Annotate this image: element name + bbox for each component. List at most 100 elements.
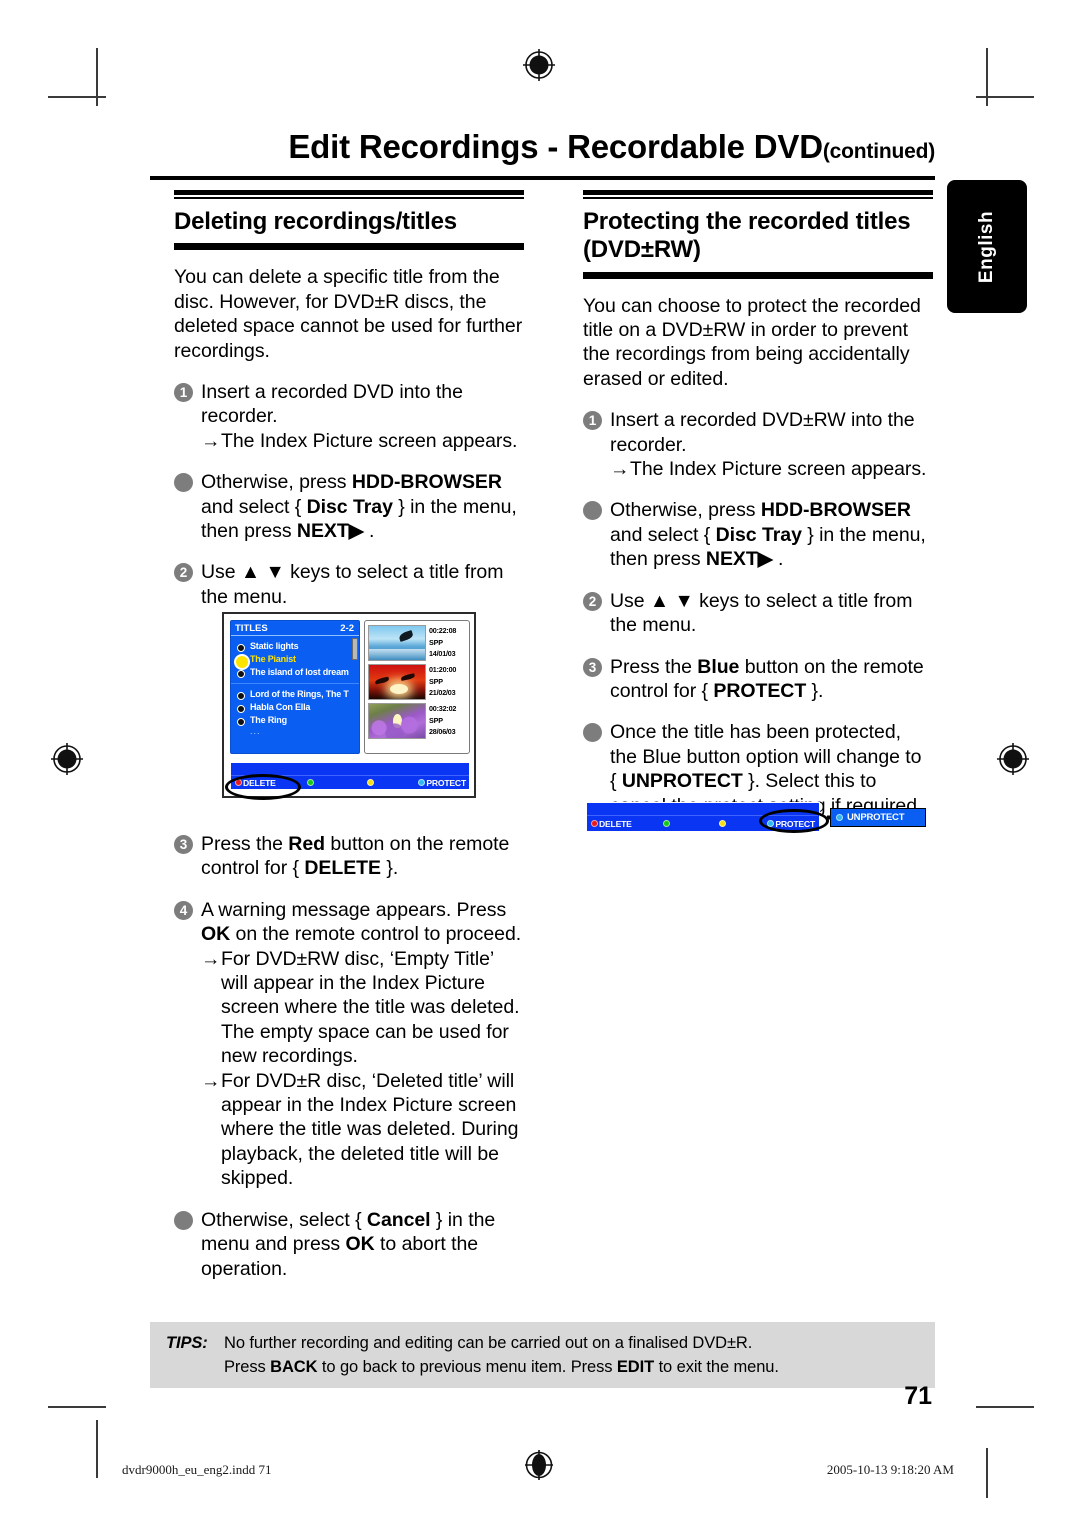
thumbnail-row[interactable]: 01:20:00 SPP 21/02/03 xyxy=(368,664,466,700)
tips-key-edit: EDIT xyxy=(616,1358,655,1376)
list-item-selected[interactable]: The Pianist xyxy=(234,653,356,670)
left-bullet-1-key-hddbrowser: HDD-BROWSER xyxy=(351,471,502,494)
registration-mark-bottom xyxy=(525,1450,553,1480)
left-bullet-1-end: . xyxy=(363,519,375,542)
right-step-3-color-blue: Blue xyxy=(697,655,740,678)
list-item[interactable]: The island of lost dream xyxy=(234,666,356,679)
section-heading-protecting: Protecting the recorded titles (DVD±RW) xyxy=(583,208,933,265)
bullet-dot-icon xyxy=(583,723,602,743)
green-key-dot-icon xyxy=(663,820,670,827)
list-item[interactable]: Habla Con Ella xyxy=(234,701,356,714)
left-step-4-sub-1: → For DVD±RW disc, ‘Empty Title’ will app… xyxy=(201,947,524,1069)
step-number-marker: 4 xyxy=(174,900,193,920)
heading-rule-bottom-thick xyxy=(583,273,933,279)
key-button-green[interactable] xyxy=(663,817,671,830)
crop-mark-top-left-h xyxy=(48,96,106,98)
key-button-green[interactable] xyxy=(307,776,315,789)
titles-list-panel: TITLES 2-2 Static lights The Pianist The xyxy=(230,620,360,754)
left-step-4-sub-1-text: For DVD±RW disc, ‘Empty Title’ will appe… xyxy=(221,947,520,1068)
step-number-marker: 3 xyxy=(583,657,602,677)
key-button-delete[interactable]: DELETE xyxy=(591,817,632,830)
left-intro-paragraph: You can delete a specific title from the… xyxy=(174,266,523,362)
language-tab: English xyxy=(947,180,1027,313)
arrow-down-icon: ▼ xyxy=(674,589,694,612)
title-divider xyxy=(150,176,935,180)
left-bullet-1-menu-disctray: Disc Tray xyxy=(306,495,393,518)
crop-mark-top-right-h xyxy=(976,96,1034,98)
list-bullet-icon xyxy=(237,717,245,726)
thumbnail-image-coral xyxy=(368,703,426,739)
thumbnail-mode: SPP xyxy=(429,637,443,647)
left-column-continued: 3 Press the Red button on the remote con… xyxy=(174,832,524,1281)
footer-filename: dvdr9000h_eu_eng2.indd 71 xyxy=(122,1462,272,1477)
heading-rule-top-thick xyxy=(583,190,933,195)
thumbnail-image-sea xyxy=(368,625,426,661)
left-step-1-sub: → The Index Picture screen appears. xyxy=(201,429,524,453)
highlight-ellipse-delete xyxy=(225,774,301,800)
play-right-icon: ▶ xyxy=(757,548,773,571)
green-key-dot-icon xyxy=(307,779,314,786)
right-bullet-1-end: . xyxy=(772,548,784,571)
step-number-marker: 2 xyxy=(583,591,602,611)
tips-line-2-pre: Press xyxy=(224,1358,271,1376)
arrow-up-icon: ▲ xyxy=(649,589,670,612)
crop-mark-bottom-left-v xyxy=(96,1420,98,1478)
scrollbar-thumb[interactable] xyxy=(352,638,358,660)
right-bullet-1-pre: Otherwise, press xyxy=(610,499,761,522)
thumbnail-meta: 01:20:00 SPP 21/02/03 xyxy=(429,664,456,699)
thumbnail-meta: 00:32:02 SPP 28/06/03 xyxy=(429,703,456,738)
key-button-yellow[interactable] xyxy=(719,817,727,830)
left-step-4-pre: A warning message appears. Press xyxy=(201,898,507,921)
list-bullet-icon xyxy=(237,669,245,678)
tips-label: TIPS: xyxy=(166,1334,208,1352)
list-item[interactable]: The Ring xyxy=(234,714,356,727)
list-bullet-icon xyxy=(237,643,245,652)
right-body: You can choose to protect the recorded t… xyxy=(583,294,933,818)
right-step-3-pre: Press the xyxy=(610,655,698,678)
registration-mark-right xyxy=(997,743,1029,775)
left-bullet-1-pre: Otherwise, press xyxy=(201,471,352,494)
right-bullet-1-mid: and select { xyxy=(610,523,716,546)
left-body: You can delete a specific title from the… xyxy=(174,265,524,609)
right-step-2-pre: Use xyxy=(610,589,650,612)
section-heading-protecting-line2: (DVD±RW) xyxy=(583,236,701,264)
left-step-2-pre: Use xyxy=(201,561,241,584)
left-bullet-1-key-next: NEXT xyxy=(296,519,349,542)
thumbnail-mode: SPP xyxy=(429,676,443,686)
titles-list-header: TITLES 2-2 xyxy=(231,621,359,636)
page-canvas: Edit Recordings - Recordable DVD(continu… xyxy=(0,0,1080,1524)
list-item[interactable]: Static lights xyxy=(234,640,356,653)
left-bullet-2-key-ok: OK xyxy=(345,1233,375,1256)
list-item[interactable]: Lord of the Rings, The T xyxy=(234,688,356,701)
page-title-main: Edit Recordings - Recordable DVD xyxy=(288,128,823,165)
thumbnail-row[interactable]: 00:32:02 SPP 28/06/03 xyxy=(368,703,466,739)
list-overflow-ellipsis: ... xyxy=(250,726,261,736)
key-button-yellow[interactable] xyxy=(367,776,375,789)
play-right-icon: ▶ xyxy=(348,519,364,542)
left-step-2: 2 Use ▲ ▼ keys to select a title from th… xyxy=(174,560,524,609)
left-step-1-sub-text: The Index Picture screen appears. xyxy=(221,429,518,452)
right-intro-paragraph: You can choose to protect the recorded t… xyxy=(583,294,921,390)
titles-list-title: TITLES xyxy=(235,623,268,634)
left-step-4-sub-2: → For DVD±R disc, ‘Deleted title’ will ap… xyxy=(201,1069,524,1191)
key-button-protect[interactable]: PROTECT xyxy=(418,776,466,789)
thumbnail-mode: SPP xyxy=(429,715,443,725)
left-bullet-1: Otherwise, press HDD-BROWSER and select … xyxy=(174,470,524,543)
thumbnail-row[interactable]: 00:22:08 SPP 14/01/03 xyxy=(368,625,466,661)
right-step-1-sub: → The Index Picture screen appears. xyxy=(610,457,933,481)
page-title-suffix: (continued) xyxy=(822,140,935,163)
left-step-4-sub-2-text: For DVD±R disc, ‘Deleted title’ will app… xyxy=(221,1069,519,1190)
left-step-3: 3 Press the Red button on the remote con… xyxy=(174,832,524,881)
left-step-1: 1 Insert a recorded DVD into the recorde… xyxy=(174,380,524,453)
unprotect-button[interactable]: UNPROTECT xyxy=(830,808,926,827)
heading-rule-top-thick xyxy=(174,190,524,195)
list-bullet-icon xyxy=(237,704,245,713)
right-step-1: 1 Insert a recorded DVD±RW into the reco… xyxy=(583,408,933,481)
index-picture-screen-figure: TITLES 2-2 Static lights The Pianist The xyxy=(222,612,476,798)
registration-mark-left xyxy=(51,743,83,775)
left-body-2: 3 Press the Red button on the remote con… xyxy=(174,832,524,1281)
left-step-3-option-delete: DELETE xyxy=(304,857,381,880)
bullet-dot-icon xyxy=(174,1210,193,1230)
heading-rule-top-thin xyxy=(583,197,933,199)
right-bullet-2-option-unprotect: UNPROTECT xyxy=(621,770,743,793)
